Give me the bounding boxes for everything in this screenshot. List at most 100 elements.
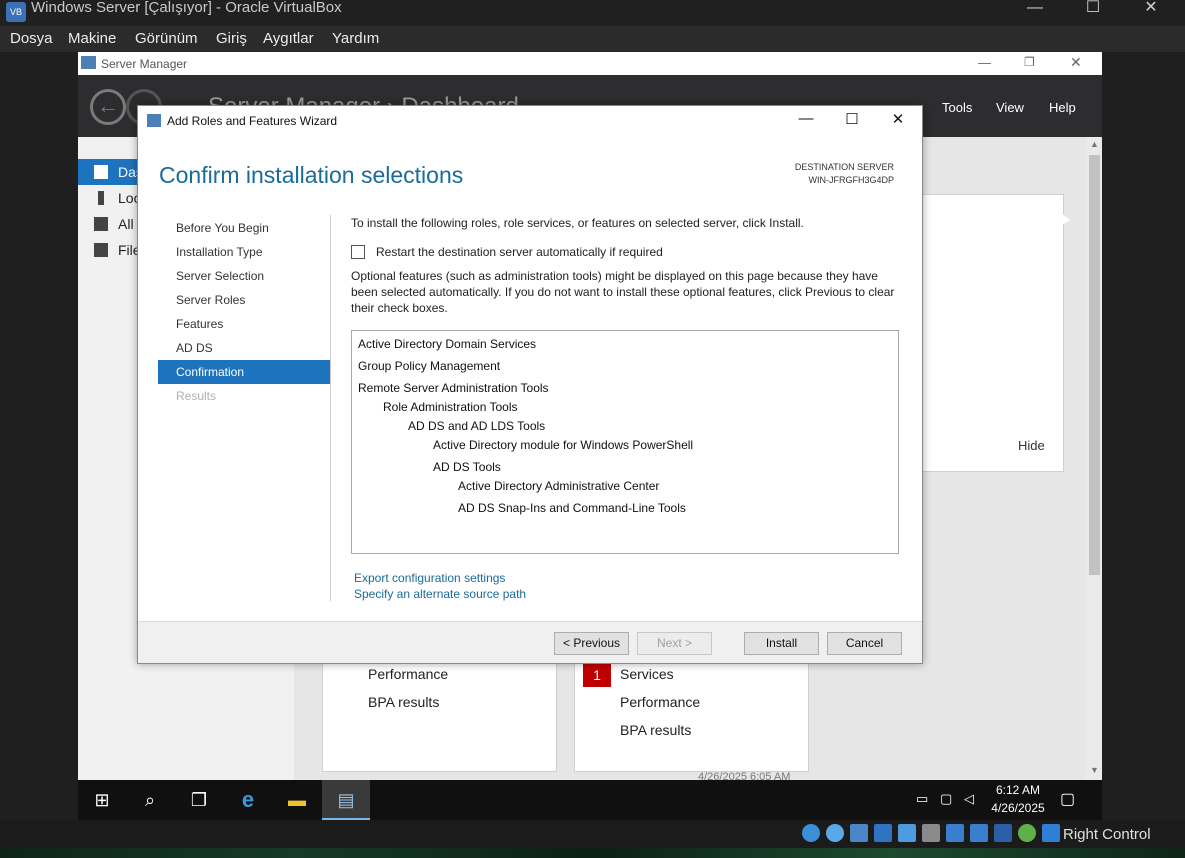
recording-icon[interactable]: [970, 824, 988, 842]
server-manager-icon[interactable]: ▤: [322, 780, 370, 820]
host-maximize-button[interactable]: ☐: [1070, 0, 1116, 26]
restart-checkbox[interactable]: [351, 245, 365, 259]
step-label: Results: [176, 389, 217, 403]
scroll-down-icon[interactable]: ▼: [1089, 765, 1100, 775]
list-item: AD DS Snap-Ins and Command-Line Tools: [458, 501, 686, 515]
wizard-app-icon: [147, 114, 161, 127]
virtualization-icon[interactable]: [994, 824, 1012, 842]
step-label: Server Roles: [176, 293, 246, 307]
host-key-label: Right Control: [1063, 826, 1151, 843]
start-icon[interactable]: ⊞: [78, 780, 126, 820]
virtualbox-titlebar: VB Windows Server [Çalışıyor] - Oracle V…: [0, 0, 1185, 26]
tile-row-services[interactable]: Services: [620, 666, 674, 682]
task-view-icon[interactable]: ❐: [175, 780, 223, 820]
step-features[interactable]: Features: [158, 312, 330, 336]
wizard-close-button[interactable]: ✕: [878, 110, 918, 132]
step-label: AD DS: [176, 341, 213, 355]
menu-giris[interactable]: Giriş: [216, 30, 247, 47]
menu-tools[interactable]: Tools: [942, 100, 972, 115]
server-manager-titlebar: Server Manager — ❐ ✕: [78, 52, 1102, 75]
cancel-button[interactable]: Cancel: [827, 632, 902, 655]
export-configuration-link[interactable]: Export configuration settings: [354, 571, 505, 585]
alert-count-badge: 1: [583, 663, 611, 687]
tile-row-performance[interactable]: Performance: [368, 666, 448, 682]
step-server-roles[interactable]: Server Roles: [158, 288, 330, 312]
step-server-selection[interactable]: Server Selection: [158, 264, 330, 288]
display-icon[interactable]: ▢: [940, 791, 952, 807]
wizard-maximize-button[interactable]: ☐: [832, 110, 872, 132]
network-adapter-icon[interactable]: [874, 824, 892, 842]
virtualbox-logo-icon: VB: [6, 2, 26, 22]
destination-server-label: DESTINATION SERVER: [794, 162, 894, 172]
volume-muted-icon[interactable]: ◁: [964, 791, 974, 807]
search-icon[interactable]: ⌕: [126, 780, 174, 820]
wizard-minimize-button[interactable]: —: [786, 110, 826, 132]
step-installation-type[interactable]: Installation Type: [158, 240, 330, 264]
host-close-button[interactable]: ✕: [1128, 0, 1174, 26]
display-settings-icon[interactable]: [946, 824, 964, 842]
list-item: Active Directory Domain Services: [358, 337, 537, 351]
virtualbox-statusbar: Right Control: [0, 820, 1185, 858]
list-item: Remote Server Administration Tools: [358, 381, 549, 395]
menu-aygitlar[interactable]: Aygıtlar: [263, 30, 314, 47]
optical-drive-icon[interactable]: [826, 824, 844, 842]
step-ad-ds[interactable]: AD DS: [158, 336, 330, 360]
list-item: Role Administration Tools: [383, 400, 518, 414]
welcome-tile: Hide: [922, 194, 1064, 472]
sm-minimize-button[interactable]: —: [978, 55, 991, 70]
step-before-you-begin[interactable]: Before You Begin: [158, 216, 330, 240]
next-button: Next >: [637, 632, 712, 655]
action-center-icon[interactable]: ▢: [1060, 789, 1075, 809]
role-tile-1[interactable]: Performance BPA results: [322, 657, 557, 772]
server-manager-scrollbar[interactable]: ▲ ▼: [1086, 137, 1102, 780]
menu-view[interactable]: View: [996, 100, 1024, 115]
taskbar: ⊞ ⌕ ❐ e ▬ ▤ ▭ ▢ ◁ 6:12 AM 4/26/2025 ▢: [78, 780, 1102, 820]
wizard-titlebar: Add Roles and Features Wizard — ☐ ✕: [138, 106, 922, 136]
file-explorer-icon[interactable]: ▬: [273, 780, 321, 820]
clock-date[interactable]: 4/26/2025: [986, 801, 1050, 815]
selections-list[interactable]: Active Directory Domain Services Group P…: [351, 330, 899, 554]
step-label: Features: [176, 317, 224, 331]
usb-icon[interactable]: [898, 824, 916, 842]
menu-yardim[interactable]: Yardım: [332, 30, 379, 47]
hard-disk-icon[interactable]: [802, 824, 820, 842]
restart-checkbox-label[interactable]: Restart the destination server automatic…: [376, 245, 663, 259]
alternate-source-path-link[interactable]: Specify an alternate source path: [354, 587, 526, 601]
tile-row-bpa-results[interactable]: BPA results: [620, 722, 691, 738]
menu-help[interactable]: Help: [1049, 100, 1076, 115]
mouse-integration-icon[interactable]: [1042, 824, 1060, 842]
menu-dosya[interactable]: Dosya: [10, 30, 53, 47]
tile-row-performance[interactable]: Performance: [620, 694, 700, 710]
sidebar-item-label: All: [118, 216, 134, 232]
menu-makine[interactable]: Makine: [68, 30, 116, 47]
step-results: Results: [158, 384, 330, 408]
wizard-title: Add Roles and Features Wizard: [167, 114, 338, 128]
server-manager-title: Server Manager: [101, 57, 188, 71]
network-icon[interactable]: ▭: [916, 791, 928, 807]
internet-explorer-icon[interactable]: e: [224, 780, 272, 820]
sm-close-button[interactable]: ✕: [1070, 54, 1082, 71]
host-minimize-button[interactable]: —: [1012, 0, 1058, 26]
audio-icon[interactable]: [850, 824, 868, 842]
sm-restore-button[interactable]: ❐: [1024, 55, 1035, 69]
steps-divider: [330, 215, 331, 601]
scrollbar-thumb[interactable]: [1089, 155, 1100, 575]
list-item: Group Policy Management: [358, 359, 501, 373]
virtualbox-menubar: Dosya Makine Görünüm Giriş Aygıtlar Yard…: [0, 26, 1185, 52]
hide-welcome-link[interactable]: Hide: [1018, 438, 1045, 453]
vm-screen[interactable]: Server Manager — ❐ ✕ ← → Server Manager …: [78, 52, 1102, 820]
list-item: Active Directory Administrative Center: [458, 479, 660, 493]
clock-time[interactable]: 6:12 AM: [990, 783, 1046, 797]
guest-additions-icon[interactable]: [1018, 824, 1036, 842]
role-tile-2[interactable]: 1 Services Performance BPA results: [574, 657, 809, 772]
previous-button[interactable]: < Previous: [554, 632, 629, 655]
scroll-up-icon[interactable]: ▲: [1089, 139, 1100, 149]
tile-row-bpa-results[interactable]: BPA results: [368, 694, 439, 710]
step-label: Before You Begin: [176, 221, 269, 235]
shared-folders-icon[interactable]: [922, 824, 940, 842]
install-button[interactable]: Install: [744, 632, 819, 655]
menu-gorunum[interactable]: Görünüm: [135, 30, 198, 47]
back-arrow-icon[interactable]: ←: [90, 89, 126, 125]
step-confirmation[interactable]: Confirmation: [158, 360, 330, 384]
list-item: AD DS and AD LDS Tools: [408, 419, 546, 433]
